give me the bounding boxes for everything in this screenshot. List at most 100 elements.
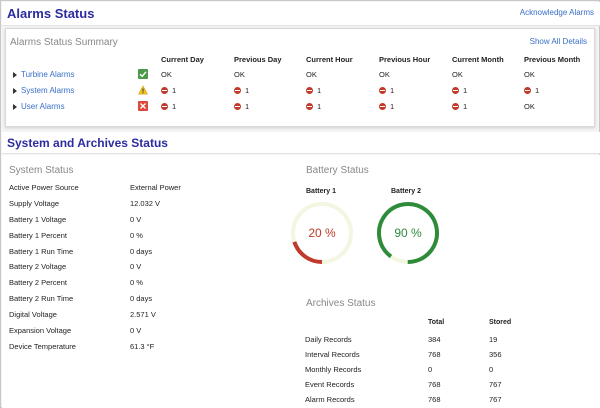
column-header-previous-hour: Previous Hour (379, 55, 431, 64)
column-header-current-day: Current Day (161, 55, 204, 64)
label-battery-1-voltage: Battery 1 Voltage (9, 215, 67, 224)
archives-total-daily-records: 384 (428, 335, 441, 344)
error-dot-icon (161, 87, 168, 94)
alarm-row-turbine: Turbine Alarms OK OK OK OK OK OK (6, 68, 596, 82)
label-battery-2-voltage: Battery 2 Voltage (9, 262, 67, 271)
battery-status-title: Battery Status (306, 165, 369, 176)
system-alarms-link[interactable]: System Alarms (21, 86, 74, 95)
label-battery-1-run-time: Battery 1 Run Time (9, 247, 74, 256)
archives-status-title: Archives Status (306, 298, 376, 309)
value-battery-2-voltage: 0 V (130, 262, 142, 271)
value-supply-voltage: 12.032 V (130, 199, 161, 208)
cell-turbine-current-day: OK (161, 70, 172, 79)
label-supply-voltage: Supply Voltage (9, 199, 60, 208)
archives-label-alarm-records: Alarm Records (305, 395, 355, 404)
archives-stored-interval-records: 356 (489, 350, 502, 359)
value-battery-2-percent: 0 % (130, 278, 143, 287)
archives-total-interval-records: 768 (428, 350, 441, 359)
archives-label-daily-records: Daily Records (305, 335, 352, 344)
expand-caret-icon[interactable] (13, 104, 17, 110)
cell-user-previous-day: 1 (234, 102, 249, 111)
archives-stored-daily-records: 19 (489, 335, 498, 344)
error-dot-icon (379, 87, 386, 94)
column-header-current-month: Current Month (452, 55, 504, 64)
archives-label-event-records: Event Records (305, 380, 355, 389)
error-dot-icon (452, 87, 459, 94)
expand-caret-icon[interactable] (13, 88, 17, 94)
expand-caret-icon[interactable] (13, 72, 17, 78)
cell-system-current-month: 1 (452, 86, 467, 95)
cell-turbine-previous-month: OK (524, 70, 535, 79)
archives-column-total: Total (428, 319, 445, 326)
alarm-row-user: User Alarms 1 1 1 1 1 OK (6, 100, 596, 114)
alarms-status-title: Alarms Status (7, 6, 95, 21)
label-device-temperature: Device Temperature (9, 342, 76, 351)
archives-total-monthly-records: 0 (428, 365, 433, 374)
archives-stored-event-records: 767 (489, 380, 502, 389)
error-dot-icon (452, 103, 459, 110)
cell-turbine-previous-hour: OK (379, 70, 390, 79)
error-dot-icon (161, 103, 168, 110)
alarms-summary-panel: Alarms Status Summary Show All Details C… (5, 28, 595, 127)
archives-total-alarm-records: 768 (428, 395, 441, 404)
system-status-title: System Status (9, 165, 74, 176)
value-digital-voltage: 2.571 V (130, 310, 156, 319)
cell-user-previous-hour: 1 (379, 102, 394, 111)
column-header-previous-month: Previous Month (524, 55, 581, 64)
archives-stored-alarm-records: 767 (489, 395, 502, 404)
value-expansion-voltage: 0 V (130, 326, 142, 335)
error-dot-icon (234, 87, 241, 94)
cell-user-current-month: 1 (452, 102, 467, 111)
battery-2-gauge: 90 % (375, 200, 441, 266)
error-dot-icon (379, 103, 386, 110)
check-icon (138, 69, 148, 79)
cell-system-previous-day: 1 (234, 86, 249, 95)
battery-1-label: Battery 1 (306, 188, 336, 195)
cell-system-current-day: 1 (161, 86, 176, 95)
user-alarms-link[interactable]: User Alarms (21, 102, 65, 111)
system-archives-header: System and Archives Status (2, 132, 600, 154)
archives-column-stored: Stored (489, 319, 512, 326)
cell-user-current-day: 1 (161, 102, 176, 111)
value-battery-2-run-time: 0 days (130, 294, 153, 303)
battery-1-percent-text: 20 % (308, 226, 336, 240)
archives-total-event-records: 768 (428, 380, 441, 389)
warning-icon (138, 85, 148, 95)
turbine-alarms-link[interactable]: Turbine Alarms (21, 70, 75, 79)
archives-label-monthly-records: Monthly Records (305, 365, 362, 374)
label-expansion-voltage: Expansion Voltage (9, 326, 72, 335)
column-header-current-hour: Current Hour (306, 55, 353, 64)
cell-user-current-hour: 1 (306, 102, 321, 111)
cell-turbine-previous-day: OK (234, 70, 245, 79)
cell-system-previous-month: 1 (524, 86, 539, 95)
system-archives-title: System and Archives Status (7, 136, 168, 150)
system-archives-panel: System Status Active Power Source Extern… (2, 155, 600, 408)
battery-1-gauge: 20 % (289, 200, 355, 266)
alarms-summary-title: Alarms Status Summary (10, 37, 118, 48)
label-battery-2-percent: Battery 2 Percent (9, 278, 67, 287)
acknowledge-alarms-link[interactable]: Acknowledge Alarms (520, 8, 594, 17)
cell-system-previous-hour: 1 (379, 86, 394, 95)
show-all-details-link[interactable]: Show All Details (530, 37, 587, 46)
error-dot-icon (234, 103, 241, 110)
alarm-row-system: System Alarms 1 1 1 1 1 1 (6, 84, 596, 98)
error-dot-icon (306, 87, 313, 94)
label-battery-2-run-time: Battery 2 Run Time (9, 294, 74, 303)
label-active-power-source: Active Power Source (9, 183, 79, 192)
label-digital-voltage: Digital Voltage (9, 310, 57, 319)
archives-label-interval-records: Interval Records (305, 350, 360, 359)
archives-stored-monthly-records: 0 (489, 365, 494, 374)
value-battery-1-voltage: 0 V (130, 215, 142, 224)
value-battery-1-run-time: 0 days (130, 247, 153, 256)
error-dot-icon (306, 103, 313, 110)
app-frame: Alarms Status Acknowledge Alarms Alarms … (0, 0, 600, 408)
label-battery-1-percent: Battery 1 Percent (9, 231, 67, 240)
battery-2-label: Battery 2 (391, 188, 421, 195)
alarms-header: Alarms Status Acknowledge Alarms (2, 2, 600, 26)
value-device-temperature: 61.3 °F (130, 342, 155, 351)
value-active-power-source: External Power (130, 183, 181, 192)
error-icon (138, 101, 148, 111)
cell-turbine-current-month: OK (452, 70, 463, 79)
cell-system-current-hour: 1 (306, 86, 321, 95)
error-dot-icon (524, 87, 531, 94)
